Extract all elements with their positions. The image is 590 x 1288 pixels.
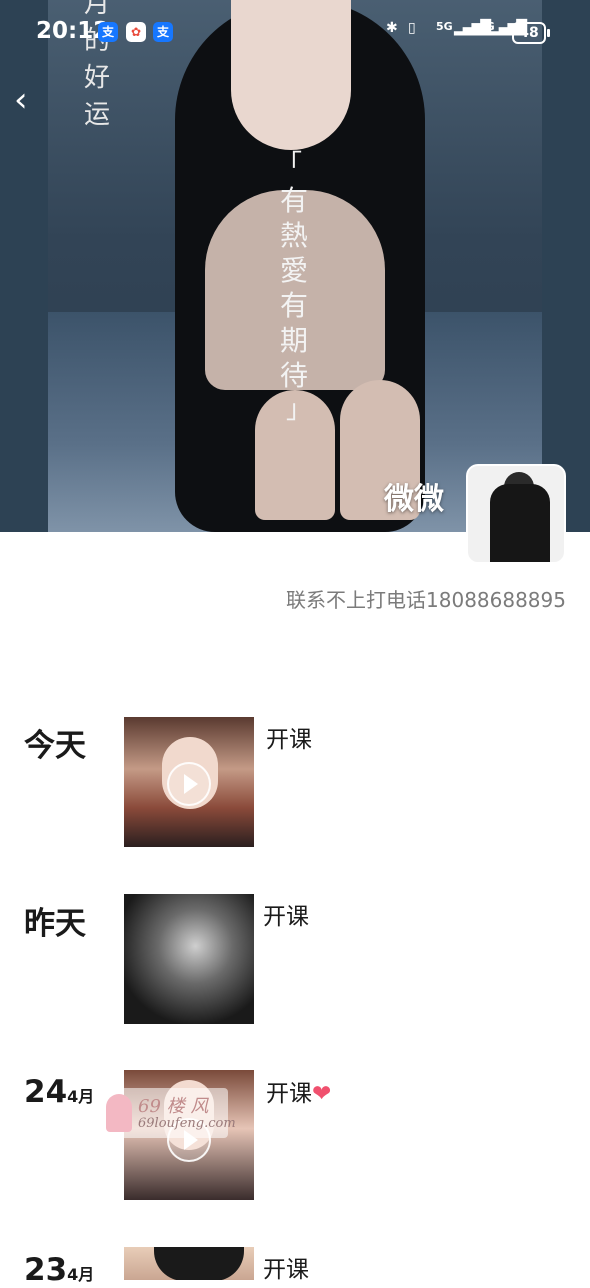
avatar-body xyxy=(490,484,550,562)
watermark-text: 69 楼 风 xyxy=(138,1096,209,1117)
alipay-icon: 支 xyxy=(98,22,118,42)
cover-vertical-caption: 「 有 熱 愛 有 期 待 」 xyxy=(276,150,312,425)
post-date: 今天 xyxy=(24,728,86,764)
alipay-icon: 支 xyxy=(153,22,173,42)
post-caption[interactable]: 开课 xyxy=(263,897,309,931)
profile-nickname: 微微 xyxy=(384,482,444,517)
avatar[interactable] xyxy=(466,464,566,564)
post-date: 244月 xyxy=(24,1074,94,1110)
post-thumbnail[interactable] xyxy=(124,894,254,1024)
post-day: 23 xyxy=(24,1252,68,1288)
post-caption[interactable]: 开课 xyxy=(266,720,312,754)
post-caption[interactable]: 开课 xyxy=(263,1250,309,1284)
post-date: 昨天 xyxy=(24,906,86,942)
heart-emoji: ❤ xyxy=(312,1081,332,1107)
vibrate-icon: ▯ xyxy=(408,20,416,36)
post-thumbnail[interactable] xyxy=(124,1247,254,1280)
watermark-url: 69loufeng.com xyxy=(138,1116,236,1131)
watermark: 69 楼 风 69loufeng.com xyxy=(98,1088,236,1138)
status-bar: 20:12 支 ✿ 支 ✱ ▯ 5G ▂▄▆█ 4G ▂▄▆█ 48 xyxy=(0,0,590,66)
thumbnail-lace xyxy=(154,1247,244,1280)
chevron-left-icon: ‹ xyxy=(14,80,28,120)
profile-signature: 联系不上打电话18088688895 xyxy=(286,588,566,612)
battery-icon: 48 xyxy=(512,22,550,44)
back-button[interactable]: ‹ xyxy=(14,80,46,120)
post-day: 24 xyxy=(24,1074,68,1110)
profile-cover-image[interactable]: 月 的 好 运 「 有 熱 愛 有 期 待 」 xyxy=(0,0,590,532)
post-month: 4月 xyxy=(67,1087,95,1106)
post-thumbnail[interactable] xyxy=(124,717,254,847)
window-pane xyxy=(542,0,590,532)
play-icon xyxy=(167,762,211,806)
post-date: 234月 xyxy=(24,1252,94,1288)
post-caption[interactable]: 开课❤ xyxy=(266,1074,331,1108)
post-month: 4月 xyxy=(67,1265,95,1284)
watermark-logo-icon xyxy=(106,1094,132,1132)
network-5g: 5G xyxy=(436,20,453,33)
post-caption-text: 开课 xyxy=(266,1081,312,1107)
bluetooth-icon: ✱ xyxy=(386,20,398,36)
notes-icon: ✿ xyxy=(126,22,146,42)
